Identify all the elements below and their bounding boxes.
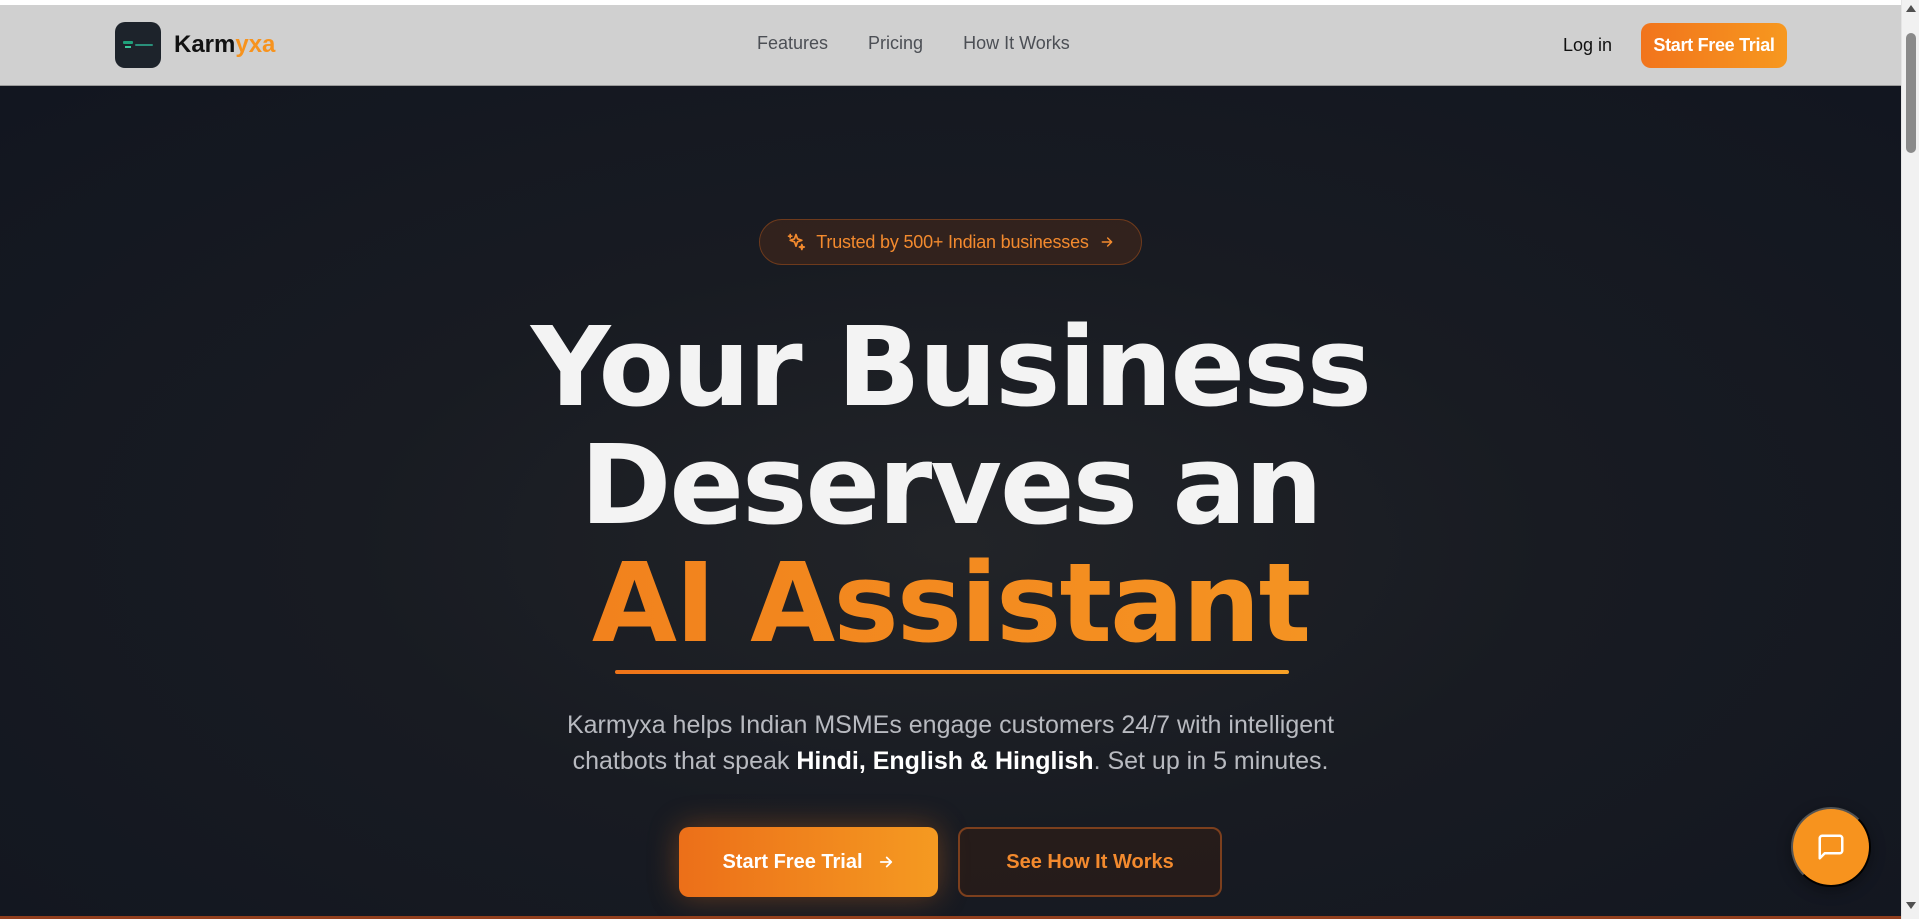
page-scrollbar[interactable]: [1901, 0, 1919, 919]
sparkles-icon: [787, 233, 806, 251]
nav-link-pricing[interactable]: Pricing: [868, 33, 923, 54]
nav-link-features[interactable]: Features: [757, 33, 828, 54]
hero-section: Trusted by 500+ Indian businesses Your B…: [0, 86, 1901, 919]
start-free-trial-nav-button[interactable]: Start Free Trial: [1641, 23, 1787, 68]
brand-logo-link[interactable]: Karmyxa: [115, 22, 275, 68]
languages-emphasis: Hindi, English & Hinglish: [796, 747, 1094, 775]
nav-links: Features Pricing How It Works: [757, 33, 1070, 54]
start-free-trial-hero-button[interactable]: Start Free Trial: [679, 827, 938, 897]
chat-widget-button[interactable]: [1791, 807, 1871, 887]
see-how-it-works-button[interactable]: See How It Works: [958, 827, 1222, 897]
brand-name: Karmyxa: [174, 31, 276, 58]
arrow-right-icon: [879, 856, 892, 868]
scrollbar-thumb[interactable]: [1906, 33, 1916, 153]
navbar: Karmyxa Features Pricing How It Works Lo…: [0, 5, 1901, 86]
login-link[interactable]: Log in: [1563, 35, 1612, 56]
trusted-badge[interactable]: Trusted by 500+ Indian businesses: [759, 219, 1142, 265]
scroll-down-arrow-icon[interactable]: [1906, 902, 1916, 909]
headline-underline: [615, 670, 1289, 674]
badge-text: Trusted by 500+ Indian businesses: [816, 231, 1089, 252]
logo-icon: [115, 22, 161, 68]
headline-line-2: Deserves an: [580, 421, 1323, 549]
nav-link-how-it-works[interactable]: How It Works: [963, 33, 1070, 54]
chat-bubble-icon: [1818, 834, 1844, 860]
headline-line-3: AI Assistant: [0, 544, 1901, 662]
arrow-right-icon: [1101, 237, 1113, 247]
headline-line-1: Your Business: [530, 303, 1372, 431]
hero-subtitle: Karmyxa helps Indian MSMEs engage custom…: [566, 711, 1335, 775]
scroll-up-arrow-icon[interactable]: [1906, 5, 1916, 12]
hero-headline: Your Business Deserves an AI Assistant: [0, 308, 1901, 662]
